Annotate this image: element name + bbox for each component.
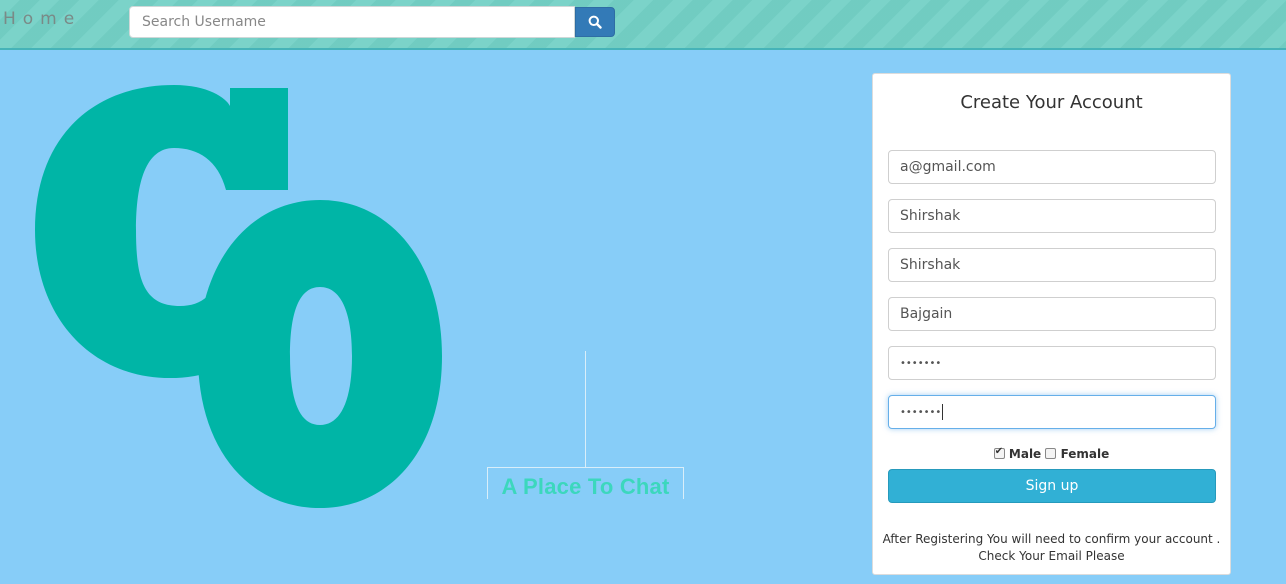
search-input[interactable] xyxy=(129,6,575,38)
last-name-field[interactable]: Bajgain xyxy=(888,297,1216,331)
first-name-value: Shirshak xyxy=(900,257,961,273)
confirm-password-field[interactable]: ••••••• xyxy=(888,395,1216,429)
signup-button[interactable]: Sign up xyxy=(888,469,1216,503)
text-caret xyxy=(942,404,944,420)
note-line-2: Check Your Email Please xyxy=(978,549,1125,563)
navbar: Home xyxy=(0,0,1286,50)
female-checkbox[interactable] xyxy=(1045,448,1057,459)
male-checkbox[interactable] xyxy=(993,446,1005,459)
gender-group: Male Female xyxy=(873,446,1230,461)
panel-title: Create Your Account xyxy=(960,92,1143,113)
tagline: A Place To Chat xyxy=(501,474,670,499)
tagline-connector xyxy=(585,351,586,468)
home-link[interactable]: Home xyxy=(3,9,81,29)
search-button[interactable] xyxy=(575,7,615,37)
confirm-password-value: ••••••• xyxy=(900,406,942,418)
email-value: a@gmail.com xyxy=(900,159,996,175)
male-label: Male xyxy=(1008,447,1042,461)
signup-panel: Create Your Account a@gmail.com Shirshak… xyxy=(872,73,1231,575)
email-field[interactable]: a@gmail.com xyxy=(888,150,1216,184)
note-line-1: After Registering You will need to confi… xyxy=(882,532,1221,546)
logo xyxy=(35,85,442,508)
tagline-frame: A Place To Chat xyxy=(487,467,684,499)
username-field[interactable]: Shirshak xyxy=(888,199,1216,233)
username-value: Shirshak xyxy=(900,208,961,224)
search-icon xyxy=(588,15,602,29)
female-label: Female xyxy=(1060,447,1110,461)
logo-letter-o xyxy=(198,200,442,508)
password-value: ••••••• xyxy=(900,357,942,369)
first-name-field[interactable]: Shirshak xyxy=(888,248,1216,282)
confirmation-note: After Registering You will need to confi… xyxy=(873,531,1230,565)
password-field[interactable]: ••••••• xyxy=(888,346,1216,380)
last-name-value: Bajgain xyxy=(900,306,953,322)
